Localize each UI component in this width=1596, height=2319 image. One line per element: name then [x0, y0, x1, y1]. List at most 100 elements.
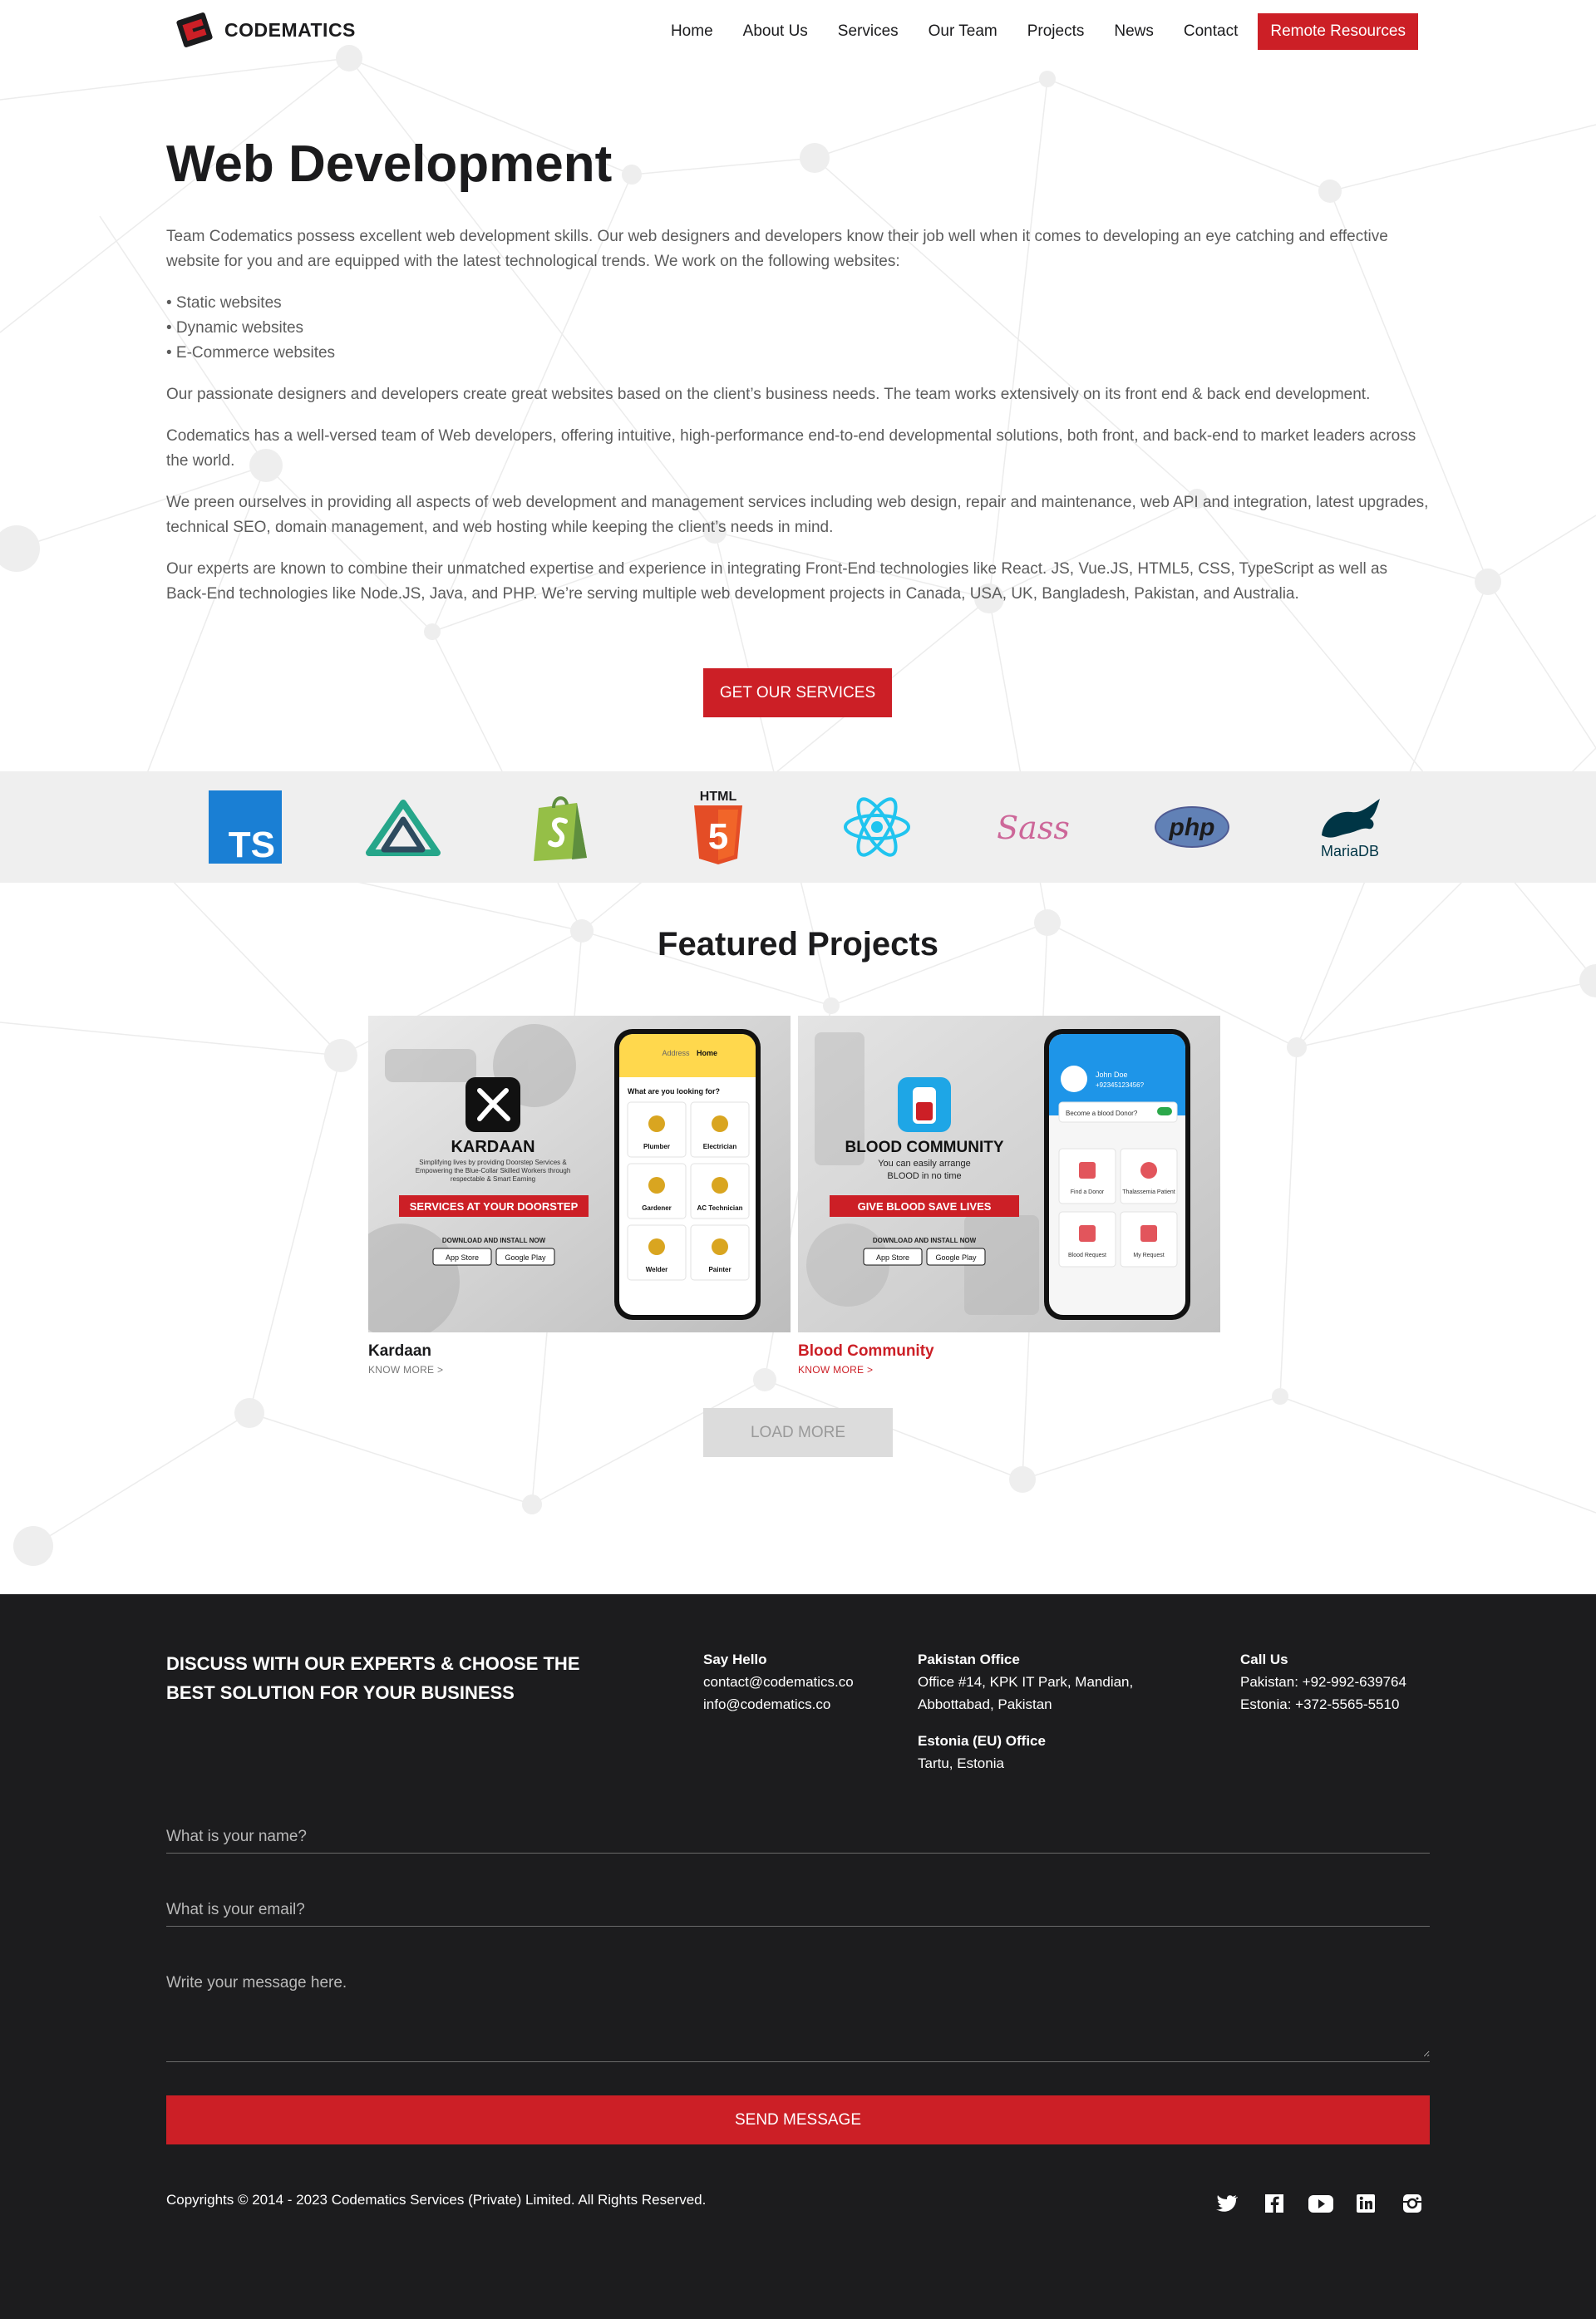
nav-home[interactable]: Home	[661, 13, 723, 50]
technology-logos-strip: TS HTML 5 Sass php MariaDB	[0, 771, 1596, 883]
web-development-section: Web Development Team Codematics possess …	[166, 131, 1430, 623]
say-hello-column: Say Hello contact@codematics.co info@cod…	[703, 1649, 854, 1716]
phone-number[interactable]: Pakistan: +92-992-639764	[1240, 1671, 1406, 1693]
cta-row: GET OUR SERVICES	[703, 668, 892, 717]
instagram-icon[interactable]	[1400, 2191, 1425, 2216]
blood-image-banner: GIVE BLOOD SAVE LIVES	[858, 1200, 992, 1213]
kardaan-tile-label: Electrician	[703, 1143, 737, 1150]
kardaan-phone-question: What are you looking for?	[628, 1087, 720, 1095]
email-link[interactable]: info@codematics.co	[703, 1693, 854, 1716]
nav-about-us[interactable]: About Us	[733, 13, 818, 50]
send-message-button[interactable]: SEND MESSAGE	[166, 2095, 1430, 2144]
kardaan-phone-header-label: Address	[662, 1049, 690, 1057]
blood-download-text: DOWNLOAD AND INSTALL NOW	[873, 1237, 977, 1244]
estonia-office-title: Estonia (EU) Office	[918, 1733, 1046, 1749]
main-nav: Home About Us Services Our Team Projects…	[651, 13, 1418, 50]
codematics-logo-icon	[176, 12, 213, 47]
project-title[interactable]: Blood Community	[798, 1342, 1220, 1361]
call-us-title: Call Us	[1240, 1652, 1288, 1667]
list-item: • Static websites	[166, 294, 282, 312]
mariadb-logo: MariaDB	[1310, 788, 1390, 866]
kardaan-image-tagline: Simplifying lives by providing Doorstep …	[415, 1159, 571, 1183]
body-paragraph: Our experts are known to combine their u…	[166, 560, 1388, 603]
nuxt-logo	[366, 788, 441, 866]
know-more-link[interactable]: KNOW MORE >	[798, 1364, 1220, 1376]
html-text: HTML	[700, 790, 737, 804]
project-card-kardaan[interactable]: KARDAAN Simplifying lives by providing D…	[368, 1016, 791, 1376]
page-title: Web Development	[166, 135, 613, 193]
kardaan-image-title: KARDAAN	[451, 1138, 534, 1156]
kardaan-tile-label: Welder	[646, 1266, 668, 1273]
footer-heading: DISCUSS WITH OUR EXPERTS & CHOOSE THE BE…	[166, 1653, 580, 1703]
body-paragraph: Codematics has a well-versed team of Web…	[166, 427, 1416, 470]
php-text: php	[1169, 814, 1215, 841]
kardaan-tile-label: AC Technician	[697, 1204, 743, 1212]
kardaan-phone-header-value: Home	[697, 1049, 717, 1057]
brand-logo[interactable]: CODEMATICS	[173, 8, 356, 52]
nav-contact[interactable]: Contact	[1174, 13, 1248, 50]
pakistan-office-address: Abbottabad, Pakistan	[918, 1696, 1052, 1712]
blood-tile-label: Find a Donor	[1071, 1189, 1105, 1195]
html5-logo: HTML 5	[683, 788, 753, 866]
facebook-icon[interactable]	[1262, 2191, 1287, 2216]
list-item: • Dynamic websites	[166, 319, 304, 337]
blood-google-play-badge: Google Play	[935, 1253, 977, 1262]
message-textarea[interactable]	[166, 1974, 1430, 2057]
linkedin-icon[interactable]	[1353, 2191, 1378, 2216]
blood-tile-label: Thalassemia Patient	[1122, 1189, 1175, 1195]
sass-logo: Sass	[996, 788, 1071, 866]
list-item: • E-Commerce websites	[166, 344, 336, 362]
know-more-link[interactable]: KNOW MORE >	[368, 1364, 791, 1376]
kardaan-download-text: DOWNLOAD AND INSTALL NOW	[442, 1237, 546, 1244]
react-logo	[841, 788, 913, 866]
project-card-blood-community[interactable]: BLOOD COMMUNITY You can easily arrange B…	[798, 1016, 1220, 1376]
message-field	[166, 1974, 1430, 2062]
kardaan-google-play-badge: Google Play	[505, 1253, 546, 1262]
get-our-services-button[interactable]: GET OUR SERVICES	[703, 668, 892, 717]
offices-column: Pakistan Office Office #14, KPK IT Park,…	[918, 1649, 1133, 1775]
body-paragraph: Our passionate designers and developers …	[166, 386, 1371, 403]
pakistan-office-address: Office #14, KPK IT Park, Mandian,	[918, 1674, 1134, 1690]
twitter-icon[interactable]	[1214, 2191, 1239, 2216]
blood-tile-label: Blood Request	[1068, 1253, 1106, 1258]
nav-our-team[interactable]: Our Team	[919, 13, 1007, 50]
blood-image-title: BLOOD COMMUNITY	[845, 1139, 1003, 1156]
load-more-button[interactable]: LOAD MORE	[703, 1408, 893, 1457]
email-link[interactable]: contact@codematics.co	[703, 1671, 854, 1693]
kardaan-tile-label: Gardener	[642, 1204, 672, 1212]
kardaan-project-image[interactable]: KARDAAN Simplifying lives by providing D…	[368, 1016, 791, 1332]
email-input[interactable]	[166, 1901, 1430, 1926]
estonia-office-address: Tartu, Estonia	[918, 1755, 1004, 1771]
kardaan-app-store-badge: App Store	[446, 1253, 479, 1262]
name-input[interactable]	[166, 1828, 1430, 1853]
youtube-icon[interactable]	[1307, 2191, 1335, 2216]
kardaan-tile-label: Painter	[708, 1266, 731, 1273]
remote-resources-button[interactable]: Remote Resources	[1258, 13, 1418, 50]
typescript-text: TS	[229, 825, 275, 864]
kardaan-image-banner: SERVICES AT YOUR DOORSTEP	[410, 1200, 579, 1213]
name-field	[166, 1828, 1430, 1854]
nav-projects[interactable]: Projects	[1017, 13, 1095, 50]
pakistan-office-title: Pakistan Office	[918, 1652, 1020, 1667]
mariadb-text: MariaDB	[1321, 843, 1379, 859]
email-field	[166, 1901, 1430, 1927]
php-logo: php	[1154, 788, 1230, 866]
say-hello-title: Say Hello	[703, 1652, 767, 1667]
kardaan-tile-label: Plumber	[643, 1143, 670, 1150]
phone-number[interactable]: Estonia: +372-5565-5510	[1240, 1693, 1406, 1716]
blood-phone-user: John Doe	[1096, 1071, 1128, 1079]
blood-app-store-badge: App Store	[876, 1253, 909, 1262]
html5-number: 5	[708, 816, 728, 857]
project-title[interactable]: Kardaan	[368, 1342, 791, 1361]
blood-community-project-image[interactable]: BLOOD COMMUNITY You can easily arrange B…	[798, 1016, 1220, 1332]
intro-paragraph: Team Codematics possess excellent web de…	[166, 228, 1388, 270]
nav-news[interactable]: News	[1104, 13, 1164, 50]
call-us-column: Call Us Pakistan: +92-992-639764 Estonia…	[1240, 1649, 1406, 1716]
nav-services[interactable]: Services	[828, 13, 909, 50]
blood-image-subtitle: BLOOD in no time	[887, 1171, 961, 1181]
body-paragraph: We preen ourselves in providing all aspe…	[166, 494, 1429, 536]
blood-tile-label: My Request	[1133, 1253, 1164, 1258]
brand-name: CODEMATICS	[224, 18, 356, 41]
copyright-text: Copyrights © 2014 - 2023 Codematics Serv…	[166, 2192, 707, 2208]
typescript-logo: TS	[208, 788, 283, 866]
